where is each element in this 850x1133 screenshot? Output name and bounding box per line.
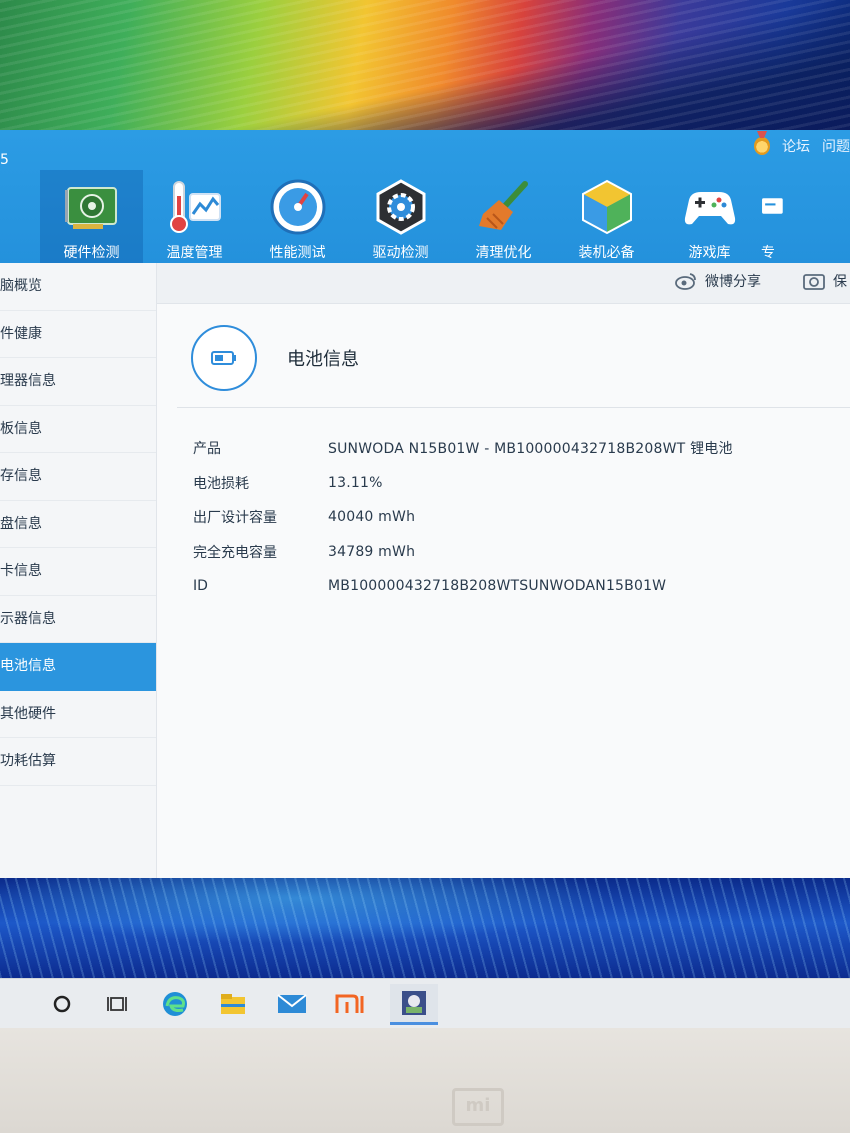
box-icon xyxy=(581,179,632,235)
mi-icon[interactable] xyxy=(333,987,367,1021)
thermometer-icon xyxy=(169,181,221,233)
info-value: 13.11% xyxy=(328,474,383,491)
section-divider xyxy=(177,407,850,408)
battery-icon xyxy=(211,351,236,365)
nav-driver[interactable]: 驱动检测 xyxy=(349,170,452,263)
nav-games[interactable]: 游戏库 xyxy=(658,170,761,263)
battery-info-table: 产品 SUNWODA N15B01W - MB100000432718B208W… xyxy=(193,431,733,604)
weibo-share-label: 微博分享 xyxy=(705,274,761,290)
top-right-links: 论坛 问题 xyxy=(754,136,850,156)
info-label: 电池损耗 xyxy=(193,475,249,492)
app-icon[interactable] xyxy=(390,984,438,1025)
sidebar-item-health[interactable]: 件健康 xyxy=(0,311,156,358)
windows-taskbar xyxy=(0,978,850,1029)
nav-label: 清理优化 xyxy=(475,245,532,261)
main-nav: 硬件检测 温度管理 性能测试 驱动检测 清理优化 装机必备 游戏库 专 xyxy=(40,170,791,263)
battery-circle xyxy=(191,325,257,391)
info-label: ID xyxy=(193,578,208,595)
toolbox-icon xyxy=(762,198,783,214)
nav-hardware[interactable]: 硬件检测 xyxy=(40,170,143,263)
section-header: 电池信息 xyxy=(191,325,359,391)
nav-label: 装机必备 xyxy=(578,245,635,261)
sidebar-item-memory[interactable]: 存信息 xyxy=(0,453,156,501)
nav-label: 温度管理 xyxy=(166,245,223,261)
main-content: 微博分享 保 电池信息 产品 SUNWODA N15B01W - MB10000… xyxy=(157,263,850,878)
mail-icon[interactable] xyxy=(275,987,309,1021)
search-circle-icon[interactable] xyxy=(45,987,79,1021)
camera-icon xyxy=(803,274,825,290)
nav-performance[interactable]: 性能测试 xyxy=(246,170,349,263)
gamepad-icon xyxy=(684,192,735,225)
sidebar-item-motherboard[interactable]: 板信息 xyxy=(0,406,156,453)
info-row: ID MB100000432718B208WTSUNWODAN15B01W xyxy=(193,569,733,604)
info-label: 完全充电容量 xyxy=(193,544,277,561)
info-value: MB100000432718B208WTSUNWODAN15B01W xyxy=(328,578,667,595)
sidebar-item-battery[interactable]: 电池信息 xyxy=(0,643,156,691)
ludashi-window: 5 论坛 问题 硬件检测 温度管理 性能测试 驱动检测 清理优化 装机必备 游戏… xyxy=(0,130,850,878)
medal-icon[interactable] xyxy=(754,137,770,155)
weibo-icon xyxy=(675,273,696,290)
mi-logo: mi xyxy=(452,1088,504,1126)
save-label: 保 xyxy=(833,274,847,290)
info-label: 产品 xyxy=(193,441,221,458)
driver-gear-icon xyxy=(376,179,425,235)
task-view-icon[interactable] xyxy=(100,987,134,1021)
broom-icon xyxy=(478,181,528,230)
sidebar-item-monitor[interactable]: 示器信息 xyxy=(0,596,156,643)
info-value: 40040 mWh xyxy=(328,509,416,526)
sidebar-item-gpu[interactable]: 卡信息 xyxy=(0,548,156,596)
hardware-card-icon xyxy=(64,187,117,229)
nav-tools[interactable]: 专 xyxy=(761,170,791,263)
file-explorer-icon[interactable] xyxy=(216,987,250,1021)
speedometer-icon xyxy=(270,179,325,235)
sidebar-item-power[interactable]: 功耗估算 xyxy=(0,738,156,786)
nav-temperature[interactable]: 温度管理 xyxy=(143,170,246,263)
section-title: 电池信息 xyxy=(287,349,359,370)
info-value: 34789 mWh xyxy=(328,543,416,560)
nav-label: 驱动检测 xyxy=(372,245,429,261)
top-toolbar: 5 论坛 问题 硬件检测 温度管理 性能测试 驱动检测 清理优化 装机必备 游戏… xyxy=(0,130,850,263)
share-bar: 微博分享 保 xyxy=(157,263,850,304)
info-row: 电池损耗 13.11% xyxy=(193,466,733,501)
sidebar: 脑概览 件健康 理器信息 板信息 存信息 盘信息 卡信息 示器信息 电池信息 其… xyxy=(0,263,157,878)
nav-label: 性能测试 xyxy=(269,245,326,261)
nav-label: 硬件检测 xyxy=(63,245,120,261)
nav-essentials[interactable]: 装机必备 xyxy=(555,170,658,263)
info-row: 完全充电容量 34789 mWh xyxy=(193,535,733,570)
info-value: SUNWODA N15B01W - MB100000432718B208WT 锂… xyxy=(328,441,733,458)
weibo-share-button[interactable]: 微博分享 xyxy=(675,271,761,291)
sidebar-item-cpu[interactable]: 理器信息 xyxy=(0,358,156,406)
desktop-wallpaper-bottom xyxy=(0,878,850,978)
edge-icon[interactable] xyxy=(158,987,192,1021)
info-row: 产品 SUNWODA N15B01W - MB100000432718B208W… xyxy=(193,431,733,466)
help-link[interactable]: 问题 xyxy=(822,136,850,156)
forum-link[interactable]: 论坛 xyxy=(782,136,810,156)
nav-label: 游戏库 xyxy=(688,245,731,261)
nav-cleanup[interactable]: 清理优化 xyxy=(452,170,555,263)
nav-label: 专 xyxy=(761,245,775,261)
info-row: 出厂设计容量 40040 mWh xyxy=(193,500,733,535)
sidebar-item-disk[interactable]: 盘信息 xyxy=(0,501,156,548)
window-corner-mark: 5 xyxy=(0,152,9,168)
laptop-bezel: mi xyxy=(0,1028,850,1133)
info-label: 出厂设计容量 xyxy=(193,510,277,527)
desktop-wallpaper-top xyxy=(0,0,850,145)
sidebar-item-other[interactable]: 其他硬件 xyxy=(0,691,156,738)
sidebar-item-overview[interactable]: 脑概览 xyxy=(0,263,156,311)
save-screenshot-button[interactable]: 保 xyxy=(803,271,847,291)
